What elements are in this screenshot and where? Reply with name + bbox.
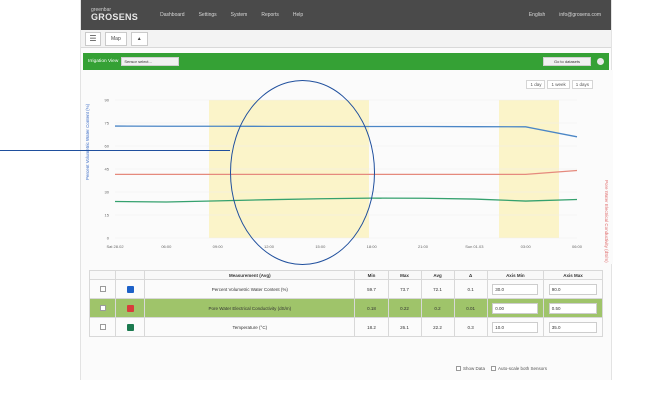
nav-item-system[interactable]: System (231, 12, 248, 18)
tab-arrow[interactable]: ▲ (130, 31, 148, 46)
y-tick-label: 60 (105, 144, 110, 149)
table-header-avg: Avg (420, 270, 455, 280)
x-tick-label: 18:00 (367, 244, 378, 249)
table-header-measurement: Measurement (Avg) (144, 270, 356, 280)
measurement-name: Temperature (°C) (144, 317, 356, 337)
y-axis-label: Percent Volumetric Water Content (%) (85, 103, 90, 180)
axis-max-input[interactable]: 35.0 (548, 321, 598, 333)
nav-item-settings[interactable]: Settings (199, 12, 217, 18)
brand-logo[interactable]: greenbar GROSENS (91, 8, 138, 22)
table-header-color (115, 270, 146, 280)
toolbar-label: Irrigation View (88, 59, 119, 64)
tab-map[interactable]: Map (105, 31, 127, 46)
measurement-max: 0.22 (387, 298, 422, 318)
language-selector[interactable]: English (529, 12, 545, 18)
table-header-axis-max: Axis Max (543, 270, 603, 280)
account-nav: English info@grosens.com (529, 12, 601, 18)
x-tick-label: 03:00 (521, 244, 532, 249)
table-header-checkbox (88, 270, 117, 280)
callout-line (0, 150, 230, 151)
sensor-select[interactable]: Sensor select... (121, 57, 180, 66)
autoscale-checkbox[interactable] (490, 366, 496, 372)
datasets-button[interactable]: Go to datasets (543, 57, 591, 66)
measurement-min: 59.7 (354, 279, 389, 299)
x-tick-label: 21:00 (418, 244, 429, 249)
zoom-1-days[interactable]: 1 days (571, 80, 593, 89)
table-header-min: Min (354, 270, 389, 280)
axis-max-input[interactable]: 90.0 (548, 283, 598, 295)
measurement-delta: 0.3 (453, 317, 488, 337)
account-email[interactable]: info@grosens.com (559, 12, 601, 18)
show-data-option[interactable]: Show Data (455, 366, 485, 372)
zoom-1-day[interactable]: 1 day (526, 80, 546, 89)
y-tick-label: 30 (105, 190, 110, 195)
show-data-label: Show Data (462, 366, 485, 371)
nav-item-help[interactable]: Help (293, 12, 303, 18)
autoscale-label: Auto-scale both Sensors (497, 366, 547, 371)
series-color-swatch[interactable] (126, 304, 134, 312)
axis-min-input[interactable]: 0.00 (492, 302, 539, 314)
axis-min-input[interactable]: 10.0 (492, 321, 539, 333)
gear-icon[interactable] (597, 58, 604, 65)
screenshot-page: greenbar GROSENS Dashboard Settings Syst… (0, 0, 658, 405)
y-tick-label: 90 (105, 98, 110, 103)
y-tick-label: 75 (105, 121, 110, 126)
row-checkbox[interactable] (99, 324, 106, 330)
measurement-table: Measurement (Avg) Min Max Avg Δ Axis Min… (88, 270, 603, 337)
y-tick-label: 15 (105, 213, 110, 218)
row-checkbox[interactable] (99, 305, 106, 311)
measurement-table-wrap: Measurement (Avg) Min Max Avg Δ Axis Min… (88, 270, 603, 337)
brand-name: GROSENS (91, 12, 139, 22)
measurement-max: 26.1 (387, 317, 422, 337)
x-tick-label: Sat 28.02 (106, 244, 124, 249)
zoom-controls: 1 day 1 week 1 days (526, 80, 593, 89)
measurement-name: Percent Volumetric Water Content (%) (144, 279, 356, 299)
measurement-name: Pore Water Electrical Conductivity (dS/m… (144, 298, 356, 318)
axis-max-input[interactable]: 0.50 (548, 302, 598, 314)
axis-min-input[interactable]: 30.0 (492, 283, 539, 295)
zoom-1-week[interactable]: 1 week (547, 80, 570, 89)
table-header-max: Max (387, 270, 422, 280)
show-data-checkbox[interactable] (455, 366, 461, 372)
measurement-max: 73.7 (387, 279, 422, 299)
table-header-delta: Δ (453, 270, 488, 280)
table-row-selected[interactable]: Pore Water Electrical Conductivity (dS/m… (88, 298, 603, 318)
table-row[interactable]: Percent Volumetric Water Content (%) 59.… (88, 279, 603, 299)
top-navigation: greenbar GROSENS Dashboard Settings Syst… (81, 0, 611, 30)
y2-axis-label: Pore Water Electrical Conductivity (dS/m… (604, 180, 609, 263)
chart-options: Show Data Auto-scale both Sensors (455, 366, 547, 372)
series-color-swatch[interactable] (126, 285, 134, 293)
measurement-min: 18.2 (354, 317, 389, 337)
x-tick-label: 09:00 (213, 244, 224, 249)
measurement-delta: 0.01 (453, 298, 488, 318)
row-checkbox[interactable] (99, 286, 106, 292)
measurement-avg: 0.2 (420, 298, 455, 318)
sensor-toolbar: Irrigation View Sensor select... Go to d… (83, 53, 609, 70)
autoscale-option[interactable]: Auto-scale both Sensors (490, 366, 547, 372)
x-tick-label: 06:00 (161, 244, 172, 249)
table-header-axis-min: Axis Min (486, 270, 545, 280)
y-tick-label: 45 (105, 167, 110, 172)
measurement-min: 0.18 (354, 298, 389, 318)
magnifier-circle (230, 80, 375, 265)
x-tick-label: 06:00 (572, 244, 583, 249)
measurement-avg: 22.2 (420, 317, 455, 337)
table-row[interactable]: Temperature (°C) 18.2 26.1 22.2 0.3 10.0… (88, 317, 603, 337)
hamburger-icon[interactable]: ☰ (85, 31, 101, 46)
view-tabs: ☰ Map ▲ (81, 30, 611, 48)
measurement-avg: 72.1 (420, 279, 455, 299)
main-nav: Dashboard Settings System Reports Help (160, 12, 303, 18)
nav-item-reports[interactable]: Reports (261, 12, 279, 18)
x-tick-label: Sun 01.03 (465, 244, 484, 249)
measurement-delta: 0.1 (453, 279, 488, 299)
series-color-swatch[interactable] (126, 323, 134, 331)
nav-item-dashboard[interactable]: Dashboard (160, 12, 184, 18)
